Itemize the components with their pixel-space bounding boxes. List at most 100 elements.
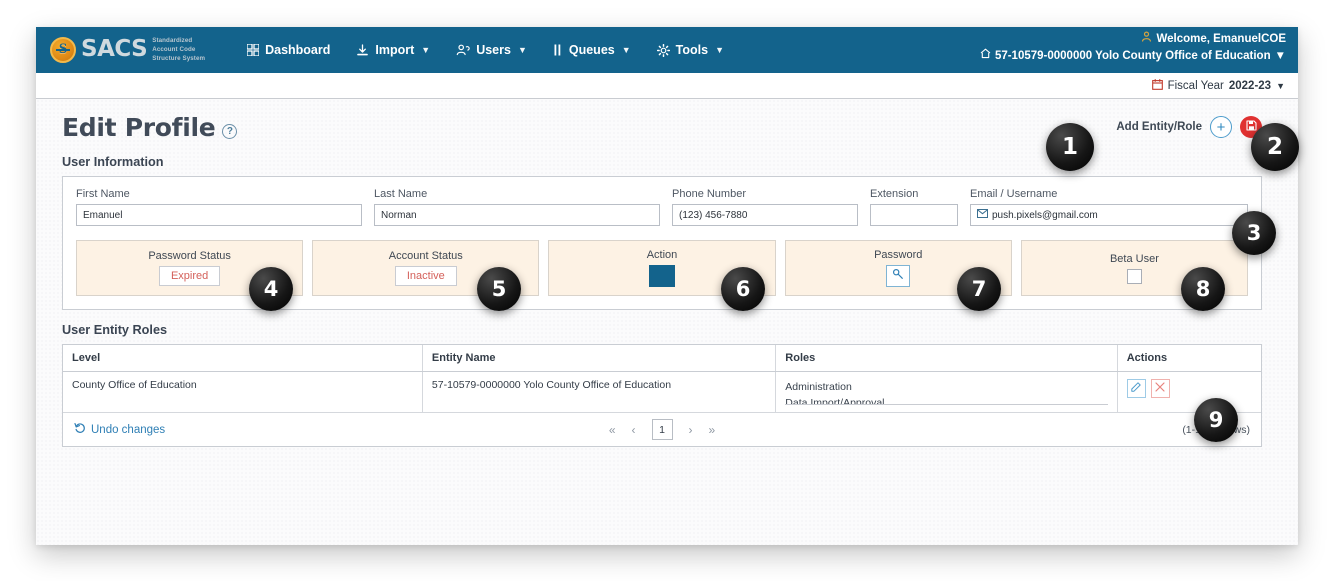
gear-icon bbox=[657, 44, 670, 57]
cell-entity-name: 57-10579-0000000 Yolo County Office of E… bbox=[422, 372, 775, 413]
password-status-badge: Expired bbox=[159, 266, 220, 286]
add-entity-role-label: Add Entity/Role bbox=[1116, 121, 1202, 133]
roles-scroll-area[interactable]: Administration Data Import/Approval bbox=[785, 379, 1107, 405]
main-nav: Dashboard Import ▼ Users ▼ Q bbox=[247, 43, 724, 57]
password-label: Password bbox=[874, 249, 922, 261]
sacs-logo[interactable]: S SACS Standardized Account Code Structu… bbox=[50, 36, 205, 64]
beta-user-label: Beta User bbox=[1110, 253, 1159, 265]
chevron-down-icon: ▼ bbox=[622, 45, 631, 55]
queues-icon bbox=[553, 44, 563, 56]
roles-table: Level Entity Name Roles Actions County O… bbox=[63, 345, 1261, 412]
help-icon[interactable]: ? bbox=[222, 124, 237, 139]
annotation-badge-9: 9 bbox=[1194, 398, 1238, 442]
pencil-icon bbox=[1131, 382, 1141, 395]
field-extension: Extension bbox=[870, 188, 958, 226]
logo-tagline-line-2: Account Code bbox=[152, 46, 205, 55]
pagination-first-button[interactable]: « bbox=[609, 423, 616, 437]
fiscal-year-value: 2022-23 bbox=[1229, 80, 1271, 92]
reset-password-button[interactable] bbox=[886, 265, 910, 287]
last-name-label: Last Name bbox=[374, 188, 660, 200]
edit-row-button[interactable] bbox=[1127, 379, 1146, 398]
sacs-logo-icon: S bbox=[50, 37, 76, 63]
pagination-page-1[interactable]: 1 bbox=[652, 419, 673, 440]
email-input[interactable]: push.pixels@gmail.com bbox=[970, 204, 1248, 226]
pagination-next-button[interactable]: › bbox=[689, 423, 693, 437]
section-title-user-entity-roles: User Entity Roles bbox=[62, 323, 1262, 337]
entity-selector[interactable]: 57-10579-0000000 Yolo County Office of E… bbox=[980, 48, 1286, 65]
fiscal-year-selector[interactable]: Fiscal Year 2022-23 ▼ bbox=[1152, 79, 1285, 93]
home-icon bbox=[980, 48, 991, 65]
column-header-level[interactable]: Level bbox=[63, 345, 422, 372]
table-row: County Office of Education 57-10579-0000… bbox=[63, 372, 1261, 413]
annotation-badge-5: 5 bbox=[477, 267, 521, 311]
email-label: Email / Username bbox=[970, 188, 1248, 200]
nav-label-queues: Queues bbox=[569, 43, 615, 57]
add-entity-role-button[interactable]: + bbox=[1210, 116, 1232, 138]
nav-item-queues[interactable]: Queues ▼ bbox=[553, 43, 631, 57]
user-account-block: Welcome, EmanuelCOE 57-10579-0000000 Yol… bbox=[980, 31, 1286, 64]
row-actions bbox=[1127, 379, 1252, 398]
field-email: Email / Username push.pixels@gmail.com bbox=[970, 188, 1248, 226]
key-icon bbox=[892, 267, 904, 285]
cell-actions bbox=[1117, 372, 1261, 413]
beta-user-checkbox[interactable] bbox=[1127, 269, 1142, 284]
field-phone-number: Phone Number bbox=[672, 188, 858, 226]
email-value: push.pixels@gmail.com bbox=[992, 210, 1098, 221]
users-icon bbox=[456, 44, 470, 56]
undo-changes-button[interactable]: Undo changes bbox=[74, 422, 165, 437]
welcome-row: Welcome, EmanuelCOE bbox=[980, 31, 1286, 48]
nav-item-tools[interactable]: Tools ▼ bbox=[657, 43, 724, 57]
chevron-down-icon: ▼ bbox=[421, 45, 430, 55]
cell-level: County Office of Education bbox=[63, 372, 422, 413]
nav-item-import[interactable]: Import ▼ bbox=[356, 43, 430, 57]
role-item: Data Import/Approval bbox=[785, 395, 1107, 405]
header-actions: Add Entity/Role + bbox=[1116, 116, 1262, 138]
delete-row-button[interactable] bbox=[1151, 379, 1170, 398]
logo-tagline-line-3: Structure System bbox=[152, 55, 205, 64]
form-fields-row: First Name Last Name Phone Number Extens… bbox=[76, 188, 1248, 226]
logo-glyph: S bbox=[59, 42, 67, 57]
roles-table-body: County Office of Education 57-10579-0000… bbox=[63, 372, 1261, 413]
calendar-icon bbox=[1152, 79, 1163, 93]
column-header-entity-name[interactable]: Entity Name bbox=[422, 345, 775, 372]
pagination-last-button[interactable]: » bbox=[709, 423, 716, 437]
nav-item-dashboard[interactable]: Dashboard bbox=[247, 43, 330, 57]
last-name-input[interactable] bbox=[374, 204, 660, 226]
entity-text: 57-10579-0000000 Yolo County Office of E… bbox=[995, 48, 1271, 65]
person-icon bbox=[1141, 31, 1152, 48]
download-icon bbox=[356, 44, 369, 57]
nav-label-import: Import bbox=[375, 43, 414, 57]
action-button[interactable] bbox=[649, 265, 675, 287]
phone-number-label: Phone Number bbox=[672, 188, 858, 200]
logo-tagline: Standardized Account Code Structure Syst… bbox=[152, 36, 205, 64]
first-name-input[interactable] bbox=[76, 204, 362, 226]
nav-label-users: Users bbox=[476, 43, 511, 57]
nav-item-users[interactable]: Users ▼ bbox=[456, 43, 527, 57]
logo-wordmark: SACS bbox=[81, 38, 147, 61]
envelope-icon bbox=[977, 209, 988, 221]
roles-table-head: Level Entity Name Roles Actions bbox=[63, 345, 1261, 372]
phone-number-input[interactable] bbox=[672, 204, 858, 226]
page-title: Edit Profile bbox=[62, 113, 215, 142]
welcome-text: Welcome, EmanuelCOE bbox=[1156, 31, 1286, 48]
nav-label-tools: Tools bbox=[676, 43, 708, 57]
user-information-card: First Name Last Name Phone Number Extens… bbox=[62, 176, 1262, 310]
extension-input[interactable] bbox=[870, 204, 958, 226]
pagination-prev-button[interactable]: ‹ bbox=[632, 423, 636, 437]
fiscal-year-prefix: Fiscal Year bbox=[1168, 80, 1224, 92]
user-entity-roles-card: Level Entity Name Roles Actions County O… bbox=[62, 344, 1262, 447]
roles-table-header-row: Level Entity Name Roles Actions bbox=[63, 345, 1261, 372]
field-last-name: Last Name bbox=[374, 188, 660, 226]
chevron-down-icon: ▼ bbox=[715, 45, 724, 55]
column-header-actions[interactable]: Actions bbox=[1117, 345, 1261, 372]
cell-roles: Administration Data Import/Approval bbox=[776, 372, 1117, 413]
action-label: Action bbox=[647, 249, 678, 261]
extension-label: Extension bbox=[870, 188, 958, 200]
fiscal-year-bar: Fiscal Year 2022-23 ▼ bbox=[36, 73, 1298, 99]
annotation-badge-8: 8 bbox=[1181, 267, 1225, 311]
column-header-roles[interactable]: Roles bbox=[776, 345, 1117, 372]
logo-tagline-line-1: Standardized bbox=[152, 37, 205, 46]
account-status-label: Account Status bbox=[389, 250, 463, 262]
annotation-badge-6: 6 bbox=[721, 267, 765, 311]
first-name-label: First Name bbox=[76, 188, 362, 200]
